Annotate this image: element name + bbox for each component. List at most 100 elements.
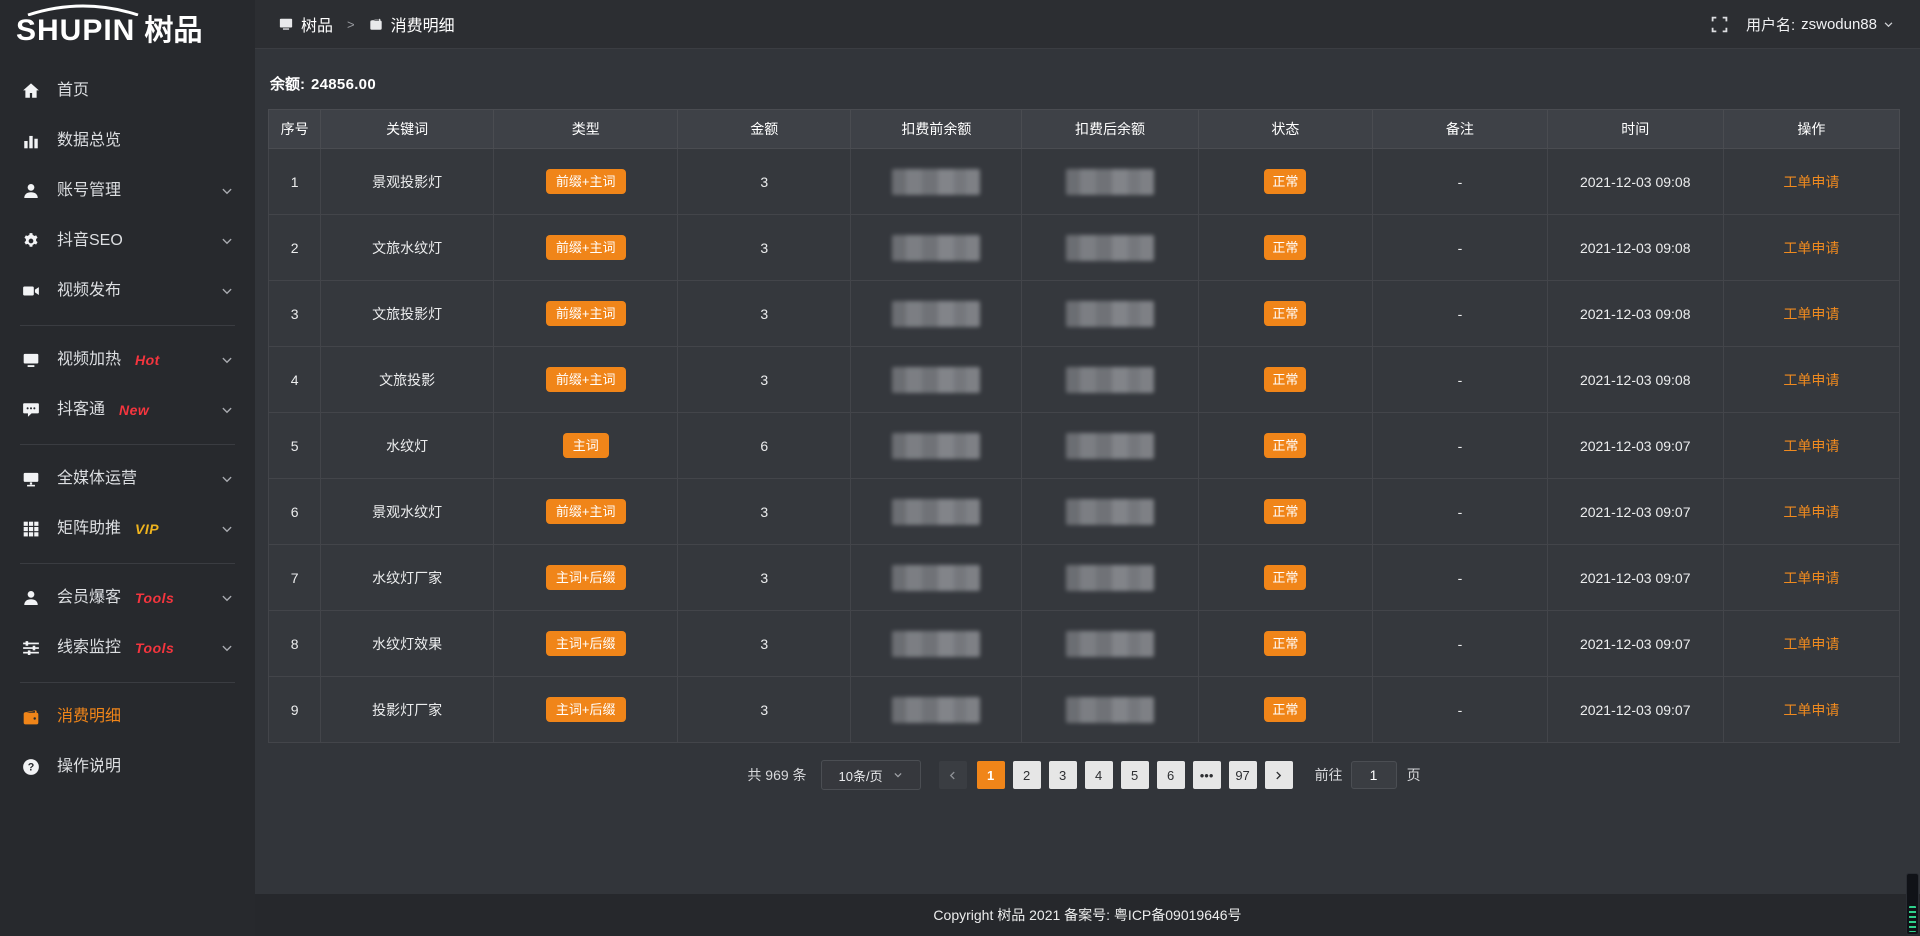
sidebar-item-label: 数据总览 (57, 133, 121, 149)
page-button-4[interactable]: 4 (1085, 761, 1113, 789)
next-page-button[interactable] (1265, 761, 1293, 789)
cell-time: 2021-12-03 09:07 (1547, 545, 1723, 611)
ellipsis-page-button[interactable]: ••• (1193, 761, 1221, 789)
page-button-2[interactable]: 2 (1013, 761, 1041, 789)
work-order-link[interactable]: 工单申请 (1783, 438, 1839, 454)
work-order-link[interactable]: 工单申请 (1783, 240, 1839, 256)
cell-time: 2021-12-03 09:07 (1547, 413, 1723, 479)
cell-balance-after (1022, 545, 1198, 611)
cell-status: 正常 (1198, 215, 1373, 281)
sidebar: SHUPIN 树品 首页数据总览账号管理抖音SEO视频发布视频加热Hot抖客通N… (0, 0, 255, 936)
cell-amount: 6 (678, 413, 851, 479)
chevron-down-icon (221, 592, 233, 604)
sidebar-item-chat[interactable]: 抖客通New (0, 385, 255, 435)
type-badge: 前缀+主词 (546, 301, 626, 326)
pagination: 共 969 条 10条/页 123456•••97 前往 页 (268, 760, 1900, 790)
page-button-6[interactable]: 6 (1157, 761, 1185, 789)
status-badge: 正常 (1264, 499, 1306, 524)
cell-balance-before (851, 281, 1022, 347)
work-order-link[interactable]: 工单申请 (1783, 372, 1839, 388)
cell-type: 主词+后缀 (494, 611, 678, 677)
sidebar-item-monitor[interactable]: 全媒体运营 (0, 454, 255, 504)
table-row: 5水纹灯主词6正常-2021-12-03 09:07工单申请 (269, 413, 1900, 479)
cell-amount: 3 (678, 611, 851, 677)
redacted-value (892, 565, 980, 591)
sidebar-item-wallet[interactable]: 消费明细 (0, 692, 255, 742)
scrollbar-widget[interactable] (1906, 873, 1919, 935)
cell-balance-after (1022, 281, 1198, 347)
cell-index: 6 (269, 479, 321, 545)
bar-chart-icon (22, 132, 42, 150)
balance-value: 24856.00 (311, 76, 376, 93)
sidebar-item-label: 矩阵助推 (57, 521, 121, 537)
cell-amount: 3 (678, 215, 851, 281)
work-order-link[interactable]: 工单申请 (1783, 174, 1839, 190)
page-button-3[interactable]: 3 (1049, 761, 1077, 789)
page-button-1[interactable]: 1 (977, 761, 1005, 789)
work-order-link[interactable]: 工单申请 (1783, 702, 1839, 718)
chevron-down-icon (221, 185, 233, 197)
sidebar-item-user[interactable]: 会员爆客Tools (0, 573, 255, 623)
sidebar-item-tag: Tools (135, 640, 174, 656)
cell-balance-before (851, 413, 1022, 479)
cell-balance-before (851, 545, 1022, 611)
user-menu[interactable]: 用户名: zswodun88 (1746, 14, 1894, 35)
sidebar-item-grid[interactable]: 矩阵助推 VIP (0, 504, 255, 554)
fullscreen-icon[interactable] (1711, 16, 1728, 33)
breadcrumb-current[interactable]: 消费明细 (391, 12, 455, 36)
cell-keyword: 水纹灯 (321, 413, 494, 479)
work-order-link[interactable]: 工单申请 (1783, 306, 1839, 322)
logo-text-cn: 树品 (144, 17, 202, 46)
video-icon (22, 282, 42, 300)
sidebar-divider (20, 682, 235, 683)
sidebar-item-bar-chart[interactable]: 数据总览 (0, 116, 255, 166)
user-icon (22, 182, 42, 200)
cell-keyword: 水纹灯效果 (321, 611, 494, 677)
sidebar-item-question[interactable]: ?操作说明 (0, 742, 255, 792)
redacted-value (892, 169, 980, 195)
cell-index: 1 (269, 149, 321, 215)
cell-status: 正常 (1198, 281, 1373, 347)
sidebar-item-video[interactable]: 视频发布 (0, 266, 255, 316)
cell-amount: 3 (678, 677, 851, 743)
column-header: 扣费后余额 (1022, 110, 1198, 149)
breadcrumb-root[interactable]: 树品 (301, 12, 333, 36)
sidebar-item-gear[interactable]: 抖音SEO (0, 216, 255, 266)
cell-type: 前缀+主词 (494, 347, 678, 413)
work-order-link[interactable]: 工单申请 (1783, 636, 1839, 652)
status-badge: 正常 (1264, 433, 1306, 458)
redacted-value (1066, 433, 1154, 459)
column-header: 时间 (1547, 110, 1723, 149)
status-badge: 正常 (1264, 235, 1306, 260)
chevron-down-icon (221, 642, 233, 654)
work-order-link[interactable]: 工单申请 (1783, 570, 1839, 586)
sidebar-item-sliders[interactable]: 线索监控 Tools (0, 623, 255, 673)
prev-page-button[interactable] (939, 761, 967, 789)
redacted-value (1066, 301, 1154, 327)
sidebar-item-user[interactable]: 账号管理 (0, 166, 255, 216)
cell-remark: - (1373, 413, 1548, 479)
goto-page-input[interactable] (1351, 761, 1397, 789)
cell-index: 8 (269, 611, 321, 677)
table-header-row: 序号关键词类型金额扣费前余额扣费后余额状态备注时间操作 (269, 110, 1900, 149)
page-button-5[interactable]: 5 (1121, 761, 1149, 789)
topbar-right: 用户名: zswodun88 (1711, 14, 1894, 35)
type-badge: 前缀+主词 (546, 169, 626, 194)
cell-time: 2021-12-03 09:07 (1547, 677, 1723, 743)
type-badge: 主词+后缀 (546, 565, 626, 590)
sidebar-item-label: 线索监控 (57, 640, 121, 656)
cell-amount: 3 (678, 149, 851, 215)
sidebar-item-tv[interactable]: 视频加热Hot (0, 335, 255, 385)
table-row: 2文旅水纹灯前缀+主词3正常-2021-12-03 09:08工单申请 (269, 215, 1900, 281)
cell-action: 工单申请 (1723, 545, 1899, 611)
cell-amount: 3 (678, 545, 851, 611)
wallet-icon (22, 708, 42, 726)
sidebar-item-tag: VIP (135, 521, 159, 537)
page-size-select[interactable]: 10条/页 (821, 760, 921, 790)
page-button-97[interactable]: 97 (1229, 761, 1257, 789)
sliders-icon (22, 639, 42, 657)
sidebar-item-home[interactable]: 首页 (0, 66, 255, 116)
cell-status: 正常 (1198, 149, 1373, 215)
cell-remark: - (1373, 677, 1548, 743)
work-order-link[interactable]: 工单申请 (1783, 504, 1839, 520)
